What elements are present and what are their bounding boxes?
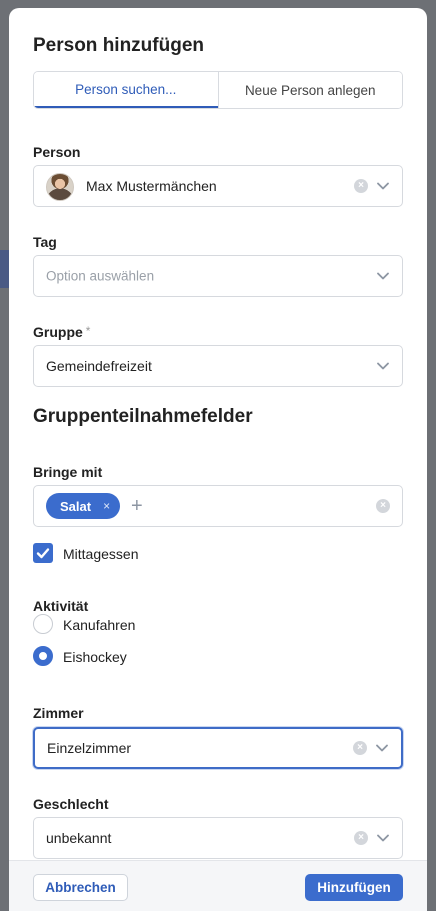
- cancel-button[interactable]: Abbrechen: [33, 874, 128, 901]
- room-value: Einzelzimmer: [47, 740, 132, 756]
- chevron-down-icon[interactable]: [376, 269, 390, 283]
- tab-new-person[interactable]: Neue Person anlegen: [217, 72, 402, 108]
- clear-icon[interactable]: ×: [354, 179, 368, 193]
- plus-icon[interactable]: +: [131, 494, 143, 518]
- chevron-down-icon[interactable]: [376, 359, 390, 373]
- chevron-down-icon[interactable]: [376, 179, 390, 193]
- radio-label-eishockey: Eishockey: [63, 649, 127, 665]
- bring-multiselect[interactable]: Salat × + ×: [33, 485, 403, 527]
- avatar: [46, 173, 74, 201]
- section-title: Gruppenteilnahmefelder: [33, 406, 253, 427]
- chevron-down-icon[interactable]: [376, 831, 390, 845]
- radio-label-kanufahren: Kanufahren: [63, 617, 136, 633]
- chip-salat: Salat ×: [46, 493, 121, 519]
- group-value: Gemeindefreizeit: [46, 358, 152, 374]
- person-label: Person: [33, 144, 81, 160]
- clear-icon[interactable]: ×: [376, 499, 390, 513]
- add-button[interactable]: Hinzufügen: [305, 874, 403, 901]
- chip-label: Salat: [60, 498, 92, 514]
- gender-select[interactable]: unbekannt ×: [33, 817, 403, 859]
- radio-kanufahren[interactable]: [33, 614, 53, 634]
- dialog-title: Person hinzufügen: [33, 35, 204, 56]
- chevron-down-icon[interactable]: [375, 741, 389, 755]
- tab-search-person[interactable]: Person suchen...: [34, 72, 218, 108]
- person-select[interactable]: Max Mustermänchen ×: [33, 165, 403, 207]
- group-label: Gruppe *: [33, 324, 90, 340]
- dialog-footer: Abbrechen Hinzufügen: [9, 860, 427, 911]
- add-person-dialog: Person hinzufügen Person suchen... Neue …: [9, 8, 427, 911]
- clear-icon[interactable]: ×: [353, 741, 367, 755]
- gender-label: Geschlecht: [33, 796, 109, 812]
- gender-value: unbekannt: [46, 830, 112, 846]
- person-value: Max Mustermänchen: [86, 178, 217, 194]
- mode-tabs: Person suchen... Neue Person anlegen: [33, 71, 403, 109]
- activity-label: Aktivität: [33, 598, 89, 614]
- required-marker: *: [85, 324, 91, 338]
- room-select[interactable]: Einzelzimmer ×: [33, 727, 403, 769]
- lunch-label: Mittagessen: [63, 546, 139, 562]
- group-label-text: Gruppe: [33, 324, 83, 340]
- lunch-checkbox[interactable]: [33, 543, 53, 563]
- dialog-body: Person hinzufügen Person suchen... Neue …: [9, 8, 427, 860]
- bring-label: Bringe mit: [33, 464, 103, 480]
- group-select[interactable]: Gemeindefreizeit: [33, 345, 403, 387]
- tag-placeholder: Option auswählen: [46, 268, 155, 284]
- checkmark-icon: [36, 548, 50, 559]
- tag-label: Tag: [33, 234, 57, 250]
- room-label: Zimmer: [33, 705, 84, 721]
- chip-remove-icon[interactable]: ×: [103, 499, 110, 513]
- tag-select[interactable]: Option auswählen: [33, 255, 403, 297]
- radio-eishockey[interactable]: [33, 646, 53, 666]
- clear-icon[interactable]: ×: [354, 831, 368, 845]
